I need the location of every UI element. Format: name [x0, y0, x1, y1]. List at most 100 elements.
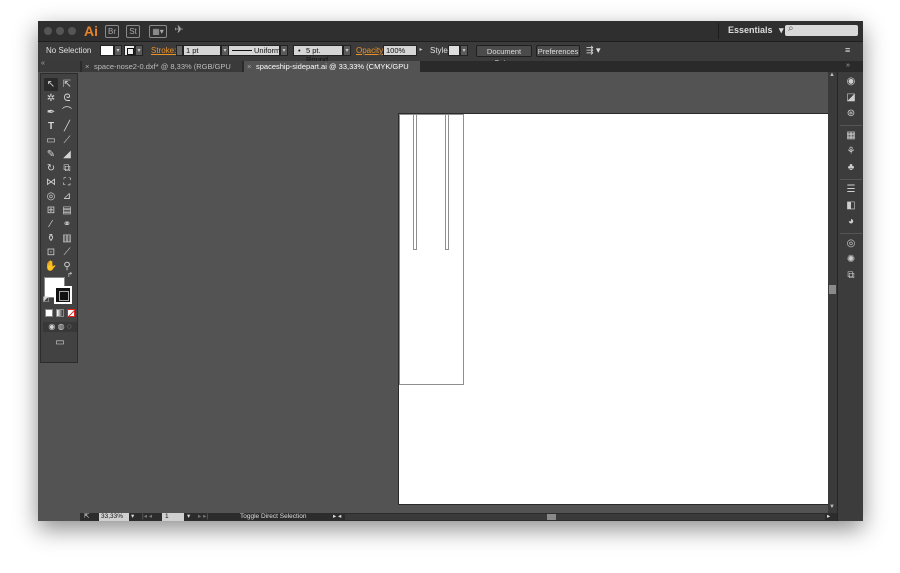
- symbol-sprayer-tool-icon[interactable]: ⚱: [44, 232, 58, 245]
- width-tool-icon[interactable]: ⋈: [44, 176, 58, 189]
- shaper-tool-icon[interactable]: ✎: [44, 148, 58, 161]
- canvas-area[interactable]: [80, 72, 831, 513]
- symbols-panel-icon[interactable]: ♣: [845, 162, 857, 174]
- minimize-window-button[interactable]: [56, 27, 64, 35]
- column-graph-tool-icon[interactable]: ▥: [60, 232, 74, 245]
- scroll-right-icon[interactable]: ▸: [827, 513, 830, 521]
- expand-panels-icon[interactable]: »: [846, 62, 850, 69]
- artwork-left-strut[interactable]: [413, 114, 417, 250]
- vertical-scroll-thumb[interactable]: [829, 285, 836, 294]
- color-panel-icon[interactable]: ◪: [845, 92, 857, 104]
- curvature-tool-icon[interactable]: ⌒: [60, 106, 74, 119]
- profile-dropdown[interactable]: ▾: [280, 45, 288, 56]
- none-mode-icon[interactable]: [67, 309, 76, 318]
- brush-definition[interactable]: • 5 pt. Round: [293, 45, 343, 64]
- stroke-panel-icon[interactable]: ☰: [845, 184, 857, 196]
- perspective-grid-tool-icon[interactable]: ⊿: [60, 190, 74, 203]
- document-setup-button[interactable]: Document Setup: [476, 45, 532, 67]
- stroke-color-dropdown[interactable]: ▾: [135, 45, 143, 56]
- scroll-left-icon[interactable]: ◂: [338, 513, 341, 521]
- collapse-icon[interactable]: «: [41, 60, 45, 67]
- opacity-panel-link[interactable]: Opacity:: [356, 46, 385, 55]
- lasso-tool-icon[interactable]: ᘓ: [60, 92, 74, 105]
- libraries-panel-icon[interactable]: ▦: [845, 130, 857, 142]
- stroke-panel-link[interactable]: Stroke:: [151, 46, 176, 55]
- blend-tool-icon[interactable]: ⚭: [60, 218, 74, 231]
- pen-tool-icon[interactable]: ✒: [44, 106, 58, 119]
- gradient-tool-icon[interactable]: ▤: [60, 204, 74, 217]
- stock-icon[interactable]: St: [126, 25, 140, 38]
- free-transform-tool-icon[interactable]: ⛶: [60, 176, 74, 189]
- preferences-button[interactable]: Preferences: [536, 45, 580, 57]
- swap-fill-stroke-icon[interactable]: ↱: [65, 272, 75, 280]
- control-panel-menu-icon[interactable]: ≡: [845, 45, 850, 55]
- brushes-panel-icon[interactable]: ⚘: [845, 146, 857, 158]
- status-menu-arrow[interactable]: ▸: [333, 513, 336, 521]
- brush-dropdown[interactable]: ▾: [343, 45, 351, 56]
- artwork-right-strut[interactable]: [445, 114, 449, 250]
- close-window-button[interactable]: [44, 27, 52, 35]
- selection-tool-icon[interactable]: ↖: [44, 78, 58, 91]
- search-input[interactable]: ⌕: [785, 23, 858, 36]
- variable-width-profile[interactable]: Uniform: [228, 45, 280, 56]
- rectangle-tool-icon[interactable]: ▭: [44, 134, 58, 147]
- fill-swatch[interactable]: [100, 45, 114, 56]
- zoom-window-button[interactable]: [68, 27, 76, 35]
- share-icon[interactable]: ⇱: [84, 513, 89, 521]
- align-options-icon[interactable]: ⇶ ▾: [586, 45, 601, 56]
- stroke-color-icon[interactable]: [54, 286, 72, 304]
- close-tab-icon[interactable]: ×: [247, 61, 251, 72]
- drawing-mode-icon[interactable]: ◉ ◍ ◌: [43, 322, 77, 332]
- gpu-performance-icon[interactable]: ✈: [173, 25, 185, 36]
- hand-tool-icon[interactable]: ✋: [44, 260, 58, 273]
- artboard-number-field[interactable]: 1: [162, 513, 184, 521]
- transparency-panel-icon[interactable]: ◕: [845, 216, 857, 228]
- direct-selection-tool-icon[interactable]: ⇱: [60, 78, 74, 91]
- next-artboard-button[interactable]: ▸ ▸|: [198, 513, 208, 521]
- slice-tool-icon[interactable]: ⟋: [60, 246, 74, 259]
- artwork-outer-path[interactable]: [399, 114, 464, 385]
- magic-wand-tool-icon[interactable]: ✲: [44, 92, 58, 105]
- fill-dropdown[interactable]: ▾: [114, 45, 122, 56]
- graphic-style-dropdown[interactable]: ▾: [460, 45, 468, 56]
- first-artboard-button[interactable]: |◂ ◂: [142, 513, 152, 521]
- workspace-switcher[interactable]: Essentials ▾: [728, 25, 784, 36]
- shape-builder-tool-icon[interactable]: ◎: [44, 190, 58, 203]
- scroll-down-icon[interactable]: ▼: [829, 504, 835, 510]
- stroke-swatch[interactable]: [124, 45, 135, 56]
- color-mode-icon[interactable]: [45, 309, 53, 317]
- gradient-mode-icon[interactable]: [56, 309, 64, 317]
- tab-spaceship-sidepart[interactable]: × spaceship-sidepart.ai @ 33,33% (CMYK/G…: [244, 61, 420, 82]
- eyedropper-tool-icon[interactable]: ⁄: [44, 218, 58, 231]
- bridge-icon[interactable]: Br: [105, 25, 119, 38]
- zoom-dropdown[interactable]: ▾: [131, 513, 134, 521]
- default-fill-stroke-icon[interactable]: ◩: [41, 296, 51, 304]
- color-guide-icon[interactable]: ◉: [845, 76, 857, 88]
- paintbrush-tool-icon[interactable]: ⟋: [60, 134, 74, 147]
- mesh-tool-icon[interactable]: ⊞: [44, 204, 58, 217]
- layers-panel-icon[interactable]: ⧉: [845, 270, 857, 282]
- eraser-tool-icon[interactable]: ◢: [60, 148, 74, 161]
- close-tab-icon[interactable]: ×: [85, 61, 89, 72]
- artboard-tool-icon[interactable]: ⊡: [44, 246, 58, 259]
- screen-mode-icon[interactable]: ▭: [51, 336, 69, 348]
- arrange-documents-icon[interactable]: ▦▾: [149, 25, 167, 38]
- stroke-weight-field[interactable]: 1 pt: [183, 45, 221, 56]
- opacity-field[interactable]: 100%: [383, 45, 417, 56]
- gradient-panel-icon[interactable]: ◧: [845, 200, 857, 212]
- artboard-dropdown[interactable]: ▾: [187, 513, 190, 521]
- stroke-weight-stepper[interactable]: [176, 45, 183, 56]
- properties-panel-icon[interactable]: ⊛: [845, 108, 857, 120]
- graphic-styles-panel-icon[interactable]: ✺: [845, 254, 857, 266]
- appearance-panel-icon[interactable]: ◎: [845, 238, 857, 250]
- rotate-tool-icon[interactable]: ↻: [44, 162, 58, 175]
- horizontal-scrollbar[interactable]: [345, 514, 825, 520]
- vertical-scrollbar[interactable]: ▲ ▼: [828, 72, 837, 513]
- scale-tool-icon[interactable]: ⧉: [60, 162, 74, 175]
- artboard[interactable]: [399, 114, 831, 504]
- horizontal-scroll-thumb[interactable]: [547, 514, 556, 520]
- graphic-style-swatch[interactable]: [448, 45, 460, 56]
- type-tool-icon[interactable]: T: [44, 120, 58, 133]
- scroll-up-icon[interactable]: ▲: [829, 72, 835, 78]
- tab-space-nose[interactable]: × space-nose2-0.dxf* @ 8,33% (RGB/GPU Pr…: [82, 61, 242, 82]
